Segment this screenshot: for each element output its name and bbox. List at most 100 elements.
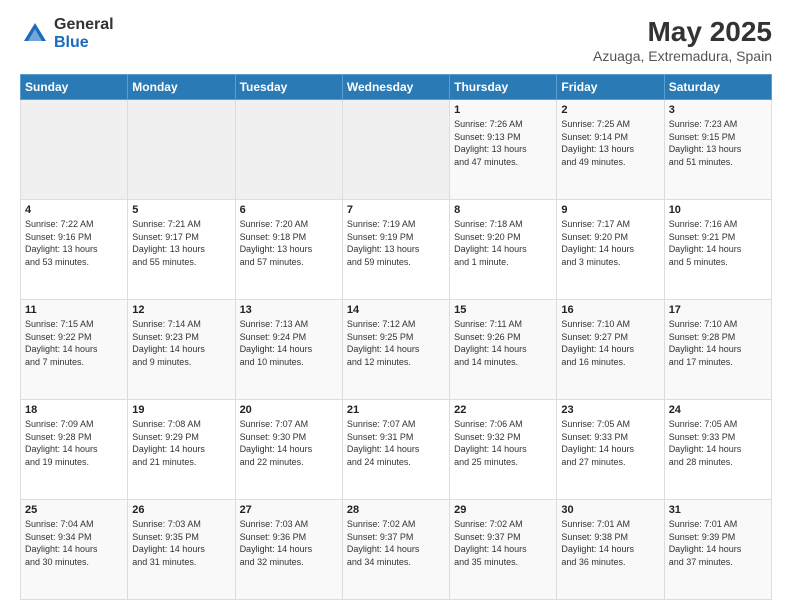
- page: General Blue May 2025 Azuaga, Extremadur…: [0, 0, 792, 612]
- calendar-cell: 8 Sunrise: 7:18 AM Sunset: 9:20 PM Daylig…: [450, 200, 557, 300]
- day-info: Sunrise: 7:20 AM Sunset: 9:18 PM Dayligh…: [240, 218, 338, 268]
- calendar-cell: 3 Sunrise: 7:23 AM Sunset: 9:15 PM Daylig…: [664, 100, 771, 200]
- day-info: Sunrise: 7:01 AM Sunset: 9:38 PM Dayligh…: [561, 518, 659, 568]
- day-number: 18: [25, 404, 123, 416]
- calendar-cell: 2 Sunrise: 7:25 AM Sunset: 9:14 PM Daylig…: [557, 100, 664, 200]
- day-info: Sunrise: 7:07 AM Sunset: 9:31 PM Dayligh…: [347, 418, 445, 468]
- day-info: Sunrise: 7:25 AM Sunset: 9:14 PM Dayligh…: [561, 118, 659, 168]
- day-number: 21: [347, 404, 445, 416]
- calendar-header-tuesday: Tuesday: [235, 75, 342, 100]
- day-number: 13: [240, 304, 338, 316]
- title-block: May 2025 Azuaga, Extremadura, Spain: [593, 16, 772, 64]
- calendar-week-row: 18 Sunrise: 7:09 AM Sunset: 9:28 PM Dayli…: [21, 400, 772, 500]
- day-info: Sunrise: 7:14 AM Sunset: 9:23 PM Dayligh…: [132, 318, 230, 368]
- day-number: 19: [132, 404, 230, 416]
- calendar-cell: 14 Sunrise: 7:12 AM Sunset: 9:25 PM Dayli…: [342, 300, 449, 400]
- subtitle: Azuaga, Extremadura, Spain: [593, 48, 772, 64]
- day-info: Sunrise: 7:03 AM Sunset: 9:36 PM Dayligh…: [240, 518, 338, 568]
- calendar-header-wednesday: Wednesday: [342, 75, 449, 100]
- calendar-header-saturday: Saturday: [664, 75, 771, 100]
- calendar-week-row: 11 Sunrise: 7:15 AM Sunset: 9:22 PM Dayli…: [21, 300, 772, 400]
- calendar-cell: 29 Sunrise: 7:02 AM Sunset: 9:37 PM Dayli…: [450, 500, 557, 600]
- day-number: 2: [561, 104, 659, 116]
- calendar-cell: 11 Sunrise: 7:15 AM Sunset: 9:22 PM Dayli…: [21, 300, 128, 400]
- day-info: Sunrise: 7:02 AM Sunset: 9:37 PM Dayligh…: [347, 518, 445, 568]
- day-info: Sunrise: 7:03 AM Sunset: 9:35 PM Dayligh…: [132, 518, 230, 568]
- calendar-cell: 19 Sunrise: 7:08 AM Sunset: 9:29 PM Dayli…: [128, 400, 235, 500]
- calendar-cell: 31 Sunrise: 7:01 AM Sunset: 9:39 PM Dayli…: [664, 500, 771, 600]
- day-number: 8: [454, 204, 552, 216]
- day-info: Sunrise: 7:13 AM Sunset: 9:24 PM Dayligh…: [240, 318, 338, 368]
- day-info: Sunrise: 7:05 AM Sunset: 9:33 PM Dayligh…: [561, 418, 659, 468]
- day-number: 7: [347, 204, 445, 216]
- calendar-cell: 12 Sunrise: 7:14 AM Sunset: 9:23 PM Dayli…: [128, 300, 235, 400]
- day-number: 16: [561, 304, 659, 316]
- calendar-cell: 13 Sunrise: 7:13 AM Sunset: 9:24 PM Dayli…: [235, 300, 342, 400]
- calendar-cell: [21, 100, 128, 200]
- calendar-cell: 1Sunrise: 7:26 AM Sunset: 9:13 PM Daylig…: [450, 100, 557, 200]
- day-number: 30: [561, 504, 659, 516]
- logo-text: General Blue: [54, 16, 114, 51]
- calendar-cell: 20Sunrise: 7:07 AM Sunset: 9:30 PM Dayli…: [235, 400, 342, 500]
- day-number: 24: [669, 404, 767, 416]
- day-info: Sunrise: 7:26 AM Sunset: 9:13 PM Dayligh…: [454, 118, 552, 168]
- calendar-cell: 9Sunrise: 7:17 AM Sunset: 9:20 PM Daylig…: [557, 200, 664, 300]
- calendar-cell: 27 Sunrise: 7:03 AM Sunset: 9:36 PM Dayli…: [235, 500, 342, 600]
- day-info: Sunrise: 7:15 AM Sunset: 9:22 PM Dayligh…: [25, 318, 123, 368]
- logo-icon: [20, 19, 50, 49]
- day-info: Sunrise: 7:02 AM Sunset: 9:37 PM Dayligh…: [454, 518, 552, 568]
- day-info: Sunrise: 7:17 AM Sunset: 9:20 PM Dayligh…: [561, 218, 659, 268]
- day-info: Sunrise: 7:01 AM Sunset: 9:39 PM Dayligh…: [669, 518, 767, 568]
- day-number: 10: [669, 204, 767, 216]
- day-info: Sunrise: 7:06 AM Sunset: 9:32 PM Dayligh…: [454, 418, 552, 468]
- calendar-cell: 15 Sunrise: 7:11 AM Sunset: 9:26 PM Dayli…: [450, 300, 557, 400]
- day-number: 15: [454, 304, 552, 316]
- day-number: 4: [25, 204, 123, 216]
- day-info: Sunrise: 7:09 AM Sunset: 9:28 PM Dayligh…: [25, 418, 123, 468]
- day-number: 31: [669, 504, 767, 516]
- day-info: Sunrise: 7:23 AM Sunset: 9:15 PM Dayligh…: [669, 118, 767, 168]
- day-info: Sunrise: 7:11 AM Sunset: 9:26 PM Dayligh…: [454, 318, 552, 368]
- day-info: Sunrise: 7:08 AM Sunset: 9:29 PM Dayligh…: [132, 418, 230, 468]
- calendar-header-sunday: Sunday: [21, 75, 128, 100]
- calendar-cell: 24 Sunrise: 7:05 AM Sunset: 9:33 PM Dayli…: [664, 400, 771, 500]
- day-number: 14: [347, 304, 445, 316]
- day-number: 29: [454, 504, 552, 516]
- day-info: Sunrise: 7:04 AM Sunset: 9:34 PM Dayligh…: [25, 518, 123, 568]
- day-number: 6: [240, 204, 338, 216]
- calendar-cell: 16Sunrise: 7:10 AM Sunset: 9:27 PM Dayli…: [557, 300, 664, 400]
- calendar-cell: 7Sunrise: 7:19 AM Sunset: 9:19 PM Daylig…: [342, 200, 449, 300]
- calendar-cell: 30 Sunrise: 7:01 AM Sunset: 9:38 PM Dayli…: [557, 500, 664, 600]
- calendar-cell: [235, 100, 342, 200]
- logo-general: General: [54, 16, 114, 34]
- header: General Blue May 2025 Azuaga, Extremadur…: [20, 16, 772, 64]
- calendar-cell: 4Sunrise: 7:22 AM Sunset: 9:16 PM Daylig…: [21, 200, 128, 300]
- calendar-header-thursday: Thursday: [450, 75, 557, 100]
- day-number: 23: [561, 404, 659, 416]
- day-info: Sunrise: 7:18 AM Sunset: 9:20 PM Dayligh…: [454, 218, 552, 268]
- calendar-week-row: 4Sunrise: 7:22 AM Sunset: 9:16 PM Daylig…: [21, 200, 772, 300]
- calendar-cell: 6 Sunrise: 7:20 AM Sunset: 9:18 PM Daylig…: [235, 200, 342, 300]
- calendar-cell: 26Sunrise: 7:03 AM Sunset: 9:35 PM Dayli…: [128, 500, 235, 600]
- calendar-header-monday: Monday: [128, 75, 235, 100]
- day-number: 17: [669, 304, 767, 316]
- calendar-cell: 22Sunrise: 7:06 AM Sunset: 9:32 PM Dayli…: [450, 400, 557, 500]
- calendar-cell: 21 Sunrise: 7:07 AM Sunset: 9:31 PM Dayli…: [342, 400, 449, 500]
- main-title: May 2025: [593, 16, 772, 48]
- calendar-week-row: 1Sunrise: 7:26 AM Sunset: 9:13 PM Daylig…: [21, 100, 772, 200]
- day-number: 11: [25, 304, 123, 316]
- calendar-header-row: SundayMondayTuesdayWednesdayThursdayFrid…: [21, 75, 772, 100]
- day-info: Sunrise: 7:05 AM Sunset: 9:33 PM Dayligh…: [669, 418, 767, 468]
- day-number: 5: [132, 204, 230, 216]
- day-number: 25: [25, 504, 123, 516]
- calendar-cell: 5Sunrise: 7:21 AM Sunset: 9:17 PM Daylig…: [128, 200, 235, 300]
- day-info: Sunrise: 7:12 AM Sunset: 9:25 PM Dayligh…: [347, 318, 445, 368]
- day-info: Sunrise: 7:16 AM Sunset: 9:21 PM Dayligh…: [669, 218, 767, 268]
- logo: General Blue: [20, 16, 114, 51]
- day-number: 28: [347, 504, 445, 516]
- day-number: 3: [669, 104, 767, 116]
- calendar-cell: 23 Sunrise: 7:05 AM Sunset: 9:33 PM Dayli…: [557, 400, 664, 500]
- day-number: 27: [240, 504, 338, 516]
- logo-blue: Blue: [54, 34, 114, 52]
- day-number: 12: [132, 304, 230, 316]
